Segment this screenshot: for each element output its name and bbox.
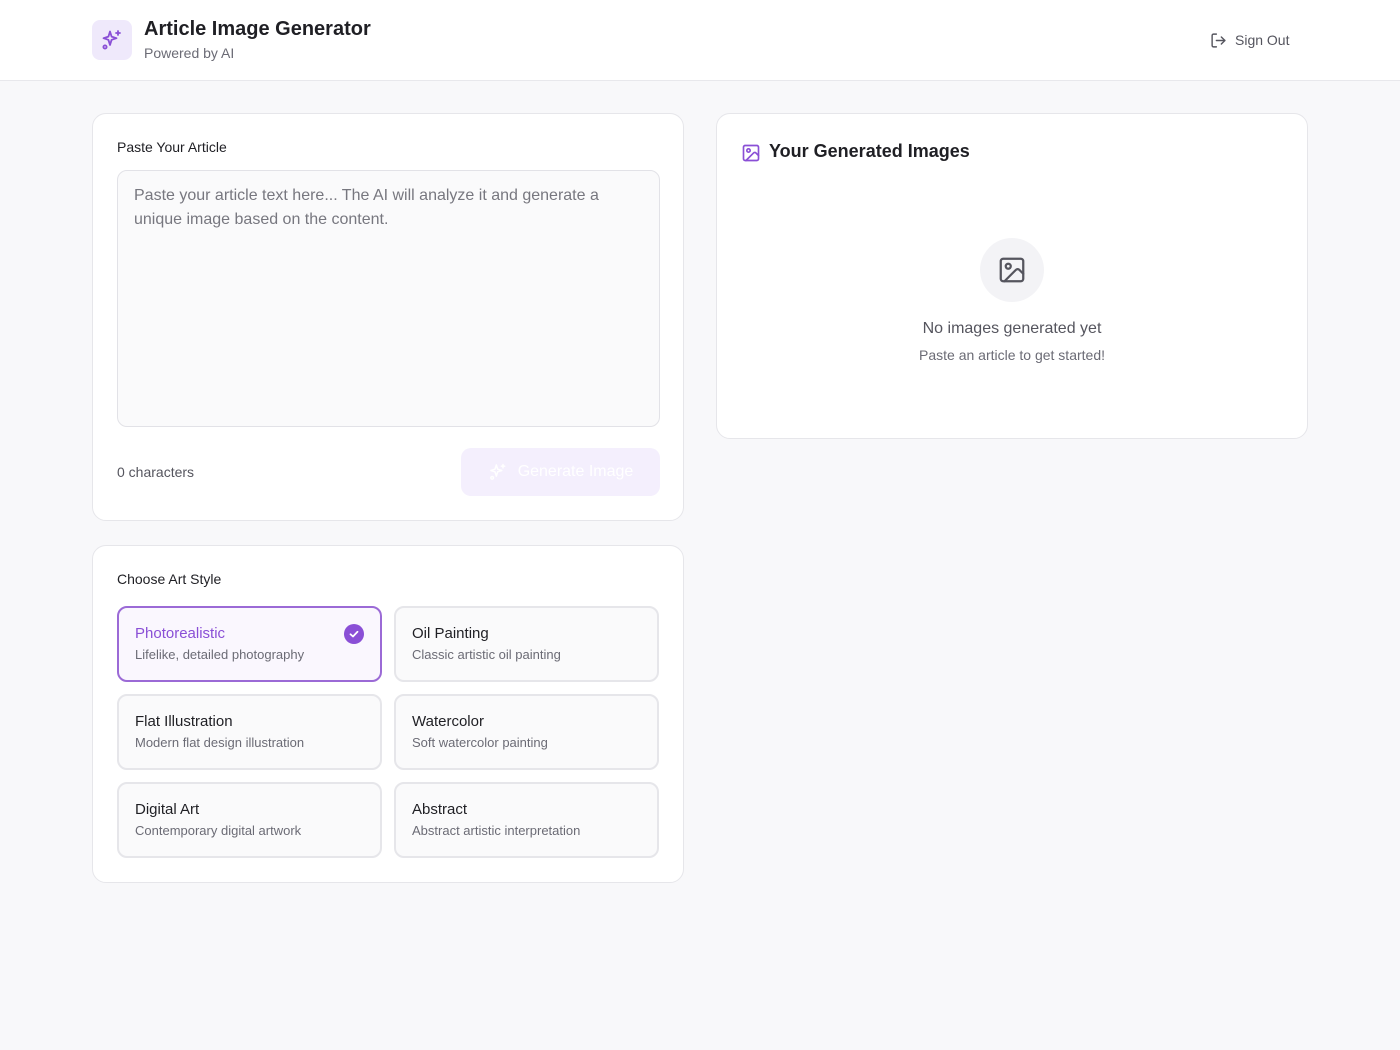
empty-state-subtitle: Paste an article to get started!	[919, 347, 1105, 363]
app-header: Article Image Generator Powered by AI Si…	[0, 0, 1400, 81]
style-option-digital-art[interactable]: Digital Art Contemporary digital artwork	[117, 782, 382, 858]
sparkles-icon	[102, 30, 121, 50]
generate-image-label: Generate Image	[517, 463, 634, 480]
app-logo	[92, 20, 132, 60]
style-option-name: Oil Painting	[412, 625, 489, 642]
style-option-description: Lifelike, detailed photography	[135, 647, 305, 662]
generate-image-button[interactable]: Generate Image	[461, 448, 660, 496]
style-option-abstract[interactable]: Abstract Abstract artistic interpretatio…	[394, 782, 659, 858]
style-option-photorealistic[interactable]: Photorealistic Lifelike, detailed photog…	[117, 606, 382, 682]
sign-out-button[interactable]: Sign Out	[1210, 30, 1289, 50]
style-option-oil-painting[interactable]: Oil Painting Classic artistic oil painti…	[394, 606, 659, 682]
style-option-name: Abstract	[412, 801, 468, 818]
generated-images-card: Your Generated Images No images generate…	[716, 113, 1308, 439]
log-out-icon	[1211, 32, 1226, 48]
art-style-grid: Photorealistic Lifelike, detailed photog…	[117, 606, 659, 858]
art-style-label: Choose Art Style	[117, 571, 222, 587]
check-icon	[344, 624, 364, 644]
empty-state-icon-wrap	[980, 238, 1044, 302]
style-option-name: Digital Art	[135, 801, 200, 818]
style-option-flat-illustration[interactable]: Flat Illustration Modern flat design ill…	[117, 694, 382, 770]
app-title: Article Image Generator	[144, 18, 371, 40]
style-option-description: Contemporary digital artwork	[135, 823, 302, 838]
image-icon	[999, 257, 1025, 283]
character-count: 0 characters	[117, 464, 195, 480]
sparkles-icon	[489, 463, 506, 480]
style-option-description: Soft watercolor painting	[412, 735, 548, 750]
generated-images-title: Your Generated Images	[769, 141, 970, 161]
style-option-name: Watercolor	[412, 713, 484, 730]
image-icon	[742, 144, 760, 162]
style-option-description: Abstract artistic interpretation	[412, 823, 581, 838]
empty-state-title: No images generated yet	[922, 320, 1102, 337]
style-option-name: Flat Illustration	[135, 713, 233, 730]
style-option-name: Photorealistic	[135, 625, 226, 642]
article-label: Paste Your Article	[117, 139, 227, 155]
style-option-description: Classic artistic oil painting	[412, 647, 561, 662]
article-card: Paste Your Article 0 characters Generate…	[92, 113, 684, 521]
style-option-description: Modern flat design illustration	[135, 735, 305, 750]
app-subtitle: Powered by AI	[144, 45, 235, 61]
art-style-card: Choose Art Style Photorealistic Lifelike…	[92, 545, 684, 883]
sign-out-label: Sign Out	[1235, 32, 1290, 48]
style-option-watercolor[interactable]: Watercolor Soft watercolor painting	[394, 694, 659, 770]
article-input[interactable]	[117, 170, 660, 427]
